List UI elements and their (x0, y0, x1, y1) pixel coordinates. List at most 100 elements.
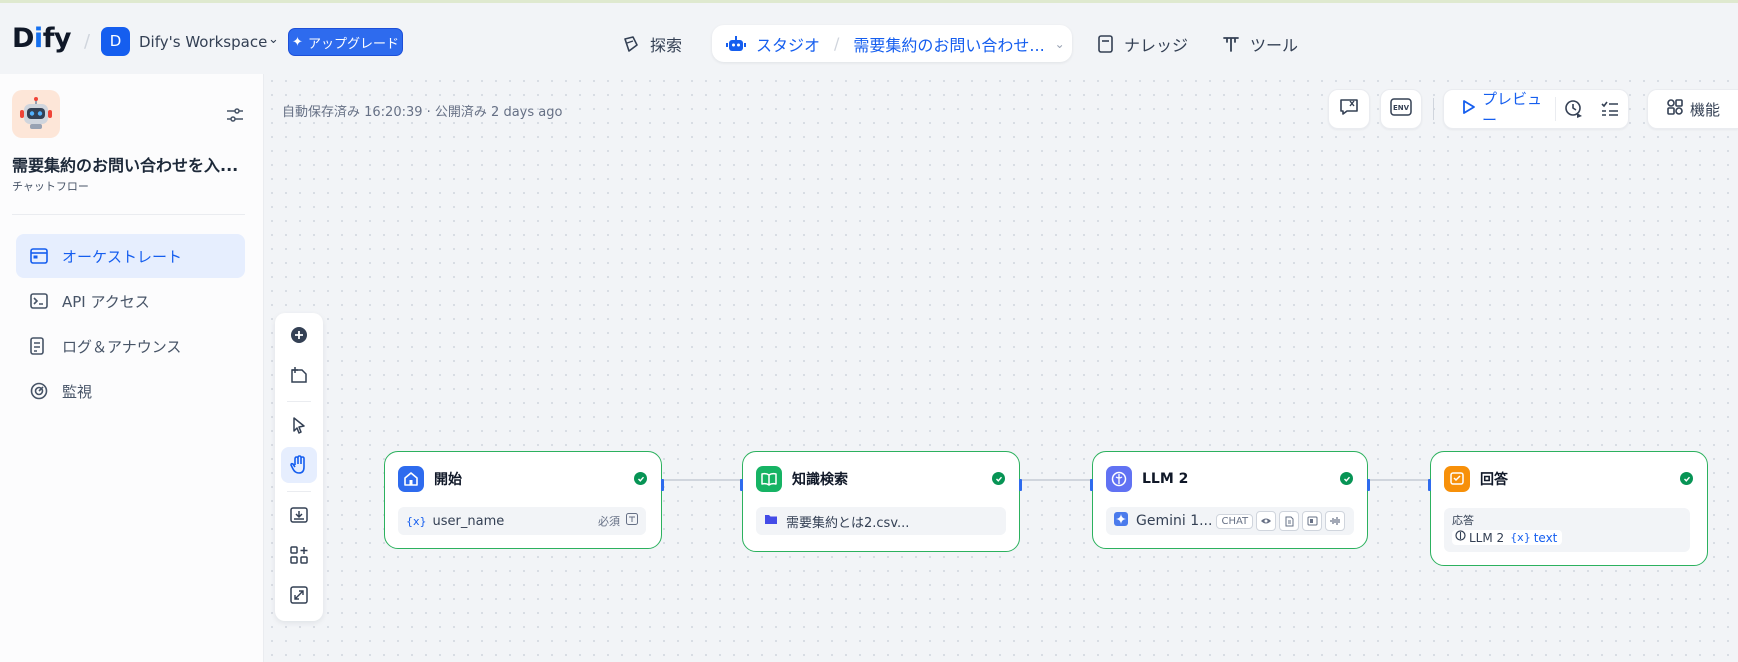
document-icon (1279, 511, 1300, 531)
nav-knowledge-label: ナレッジ (1124, 35, 1189, 55)
sidebar-item-logs[interactable]: ログ＆アナウンス (16, 324, 245, 368)
add-note-icon[interactable] (281, 357, 317, 393)
dataset-row[interactable]: 需要集約とは2.csv... (756, 507, 1006, 535)
upgrade-button[interactable]: ✦ アップグレード (288, 28, 403, 56)
sidebar-item-orchestrate[interactable]: オーケストレート (16, 234, 245, 278)
required-label: 必須 (598, 515, 620, 528)
node-title: 知識検索 (792, 472, 848, 488)
env-variables-button[interactable]: ENV (1380, 89, 1422, 129)
conversation-variables-button[interactable] (1328, 89, 1370, 129)
success-check-icon (992, 472, 1005, 485)
hand-pan-icon[interactable] (281, 447, 317, 483)
log-icon (30, 337, 50, 355)
edge-llm-answer (1368, 479, 1430, 481)
nav-tools[interactable]: ツール (1222, 25, 1298, 62)
toolbar-divider (1433, 98, 1434, 120)
canvas-tool-palette (275, 313, 323, 621)
node-title: LLM 2 (1142, 471, 1189, 487)
source-handle[interactable] (1019, 479, 1022, 491)
breadcrumb-separator: / (834, 34, 840, 53)
success-check-icon (1680, 472, 1693, 485)
answer-label: 応答 (1452, 514, 1474, 527)
app-type: チャットフロー (12, 180, 89, 193)
audio-icon (1325, 511, 1346, 531)
monitor-icon (30, 382, 50, 400)
workspace-chevron-down-icon[interactable]: ⌄ (268, 32, 279, 47)
sidebar-item-label: ログ＆アナウンス (62, 337, 182, 356)
app-settings-icon[interactable] (222, 102, 248, 128)
chat-variable-icon (1339, 98, 1359, 120)
nav-explore[interactable]: 探索 (622, 25, 682, 62)
robot-icon (726, 35, 746, 53)
preview-label: プレビュー (1482, 90, 1543, 129)
export-image-icon[interactable] (281, 497, 317, 533)
node-title: 開始 (434, 472, 462, 488)
source-variable-name: text (1533, 530, 1558, 545)
start-node[interactable]: 開始 {x} user_name 必須 (384, 451, 664, 549)
variable-icon: {x} (406, 514, 427, 528)
llm-small-icon (1455, 530, 1466, 545)
palette-divider (287, 401, 311, 402)
sidebar-item-monitor[interactable]: 監視 (16, 369, 245, 413)
pointer-icon[interactable] (281, 407, 317, 443)
header-separator: / (84, 31, 91, 52)
book-icon (1098, 34, 1114, 53)
autosave-status: 自動保存済み 16:20:39 · 公開済み 2 days ago (282, 105, 563, 120)
nav-studio-label: スタジオ (756, 35, 821, 55)
success-check-icon (1340, 472, 1353, 485)
start-variable-row[interactable]: {x} user_name 必須 (398, 507, 646, 535)
preview-button[interactable]: プレビュー (1444, 88, 1555, 130)
answer-content-box[interactable]: 応答 LLM 2 {x} text (1444, 508, 1690, 552)
target-handle[interactable] (740, 479, 743, 491)
knowledge-retrieval-node[interactable]: 知識検索 需要集約とは2.csv... (740, 451, 1022, 552)
top-bar: Dify / D Dify's Workspace ⌄ ✦ アップグレード 探索… (0, 0, 1738, 74)
variable-icon: {x} (1510, 531, 1531, 544)
source-handle[interactable] (1367, 479, 1370, 491)
orchestrate-icon (30, 248, 50, 264)
sidebar-divider (12, 214, 245, 215)
llm-icon (1106, 466, 1132, 492)
nav-studio[interactable]: スタジオ / 需要集約のお問い合わせ... ⌄ (712, 25, 1072, 62)
run-history-icon[interactable] (1556, 99, 1592, 119)
checklist-icon[interactable] (1592, 101, 1628, 117)
edge-knowledge-llm (1020, 479, 1092, 481)
svg-text:ENV: ENV (1393, 104, 1410, 112)
video-icon (1302, 511, 1323, 531)
sidebar-item-label: 監視 (62, 382, 93, 401)
workspace-name[interactable]: Dify's Workspace (139, 33, 267, 51)
features-label: 機能 (1689, 100, 1720, 119)
variable-reference: LLM 2 {x} text (1452, 530, 1562, 545)
current-app-name[interactable]: 需要集約のお問い合わせ... (853, 32, 1044, 56)
workspace-avatar[interactable]: D (101, 27, 130, 56)
success-check-icon (634, 472, 647, 485)
edge-start-knowledge (662, 479, 742, 481)
book-open-icon (756, 466, 782, 492)
app-switch-chevron-icon[interactable]: ⌄ (1055, 37, 1065, 51)
dify-logo[interactable]: Dify (12, 23, 72, 54)
model-row[interactable]: Gemini 1... CHAT (1106, 507, 1354, 535)
features-button[interactable]: 機能 (1647, 89, 1738, 129)
model-mode-chip: CHAT (1216, 513, 1254, 529)
nav-knowledge[interactable]: ナレッジ (1098, 25, 1188, 62)
nav-tools-label: ツール (1250, 35, 1299, 55)
app-robot-avatar (12, 90, 60, 138)
sparkle-icon: ✦ (292, 34, 303, 50)
sidebar-item-label: オーケストレート (62, 247, 183, 266)
app-title: 需要集約のお問い合わせを入... (12, 156, 239, 175)
source-handle[interactable] (661, 479, 664, 491)
target-handle[interactable] (1428, 479, 1431, 491)
sidebar-item-api-access[interactable]: API アクセス (16, 279, 245, 323)
answer-node[interactable]: 回答 応答 LLM 2 {x} text (1428, 451, 1708, 566)
workflow-canvas[interactable] (265, 74, 1738, 662)
features-grid-icon (1666, 98, 1684, 120)
sidebar-item-label: API アクセス (62, 292, 150, 311)
model-name: Gemini 1... (1136, 513, 1213, 529)
home-icon (398, 466, 424, 492)
llm-node[interactable]: LLM 2 Gemini 1... CHAT (1090, 451, 1370, 549)
env-icon: ENV (1390, 98, 1412, 120)
fit-view-icon[interactable] (281, 577, 317, 613)
add-node-icon[interactable] (281, 317, 317, 353)
target-handle[interactable] (1090, 479, 1093, 491)
folder-icon (764, 513, 778, 529)
organize-blocks-icon[interactable] (281, 537, 317, 573)
